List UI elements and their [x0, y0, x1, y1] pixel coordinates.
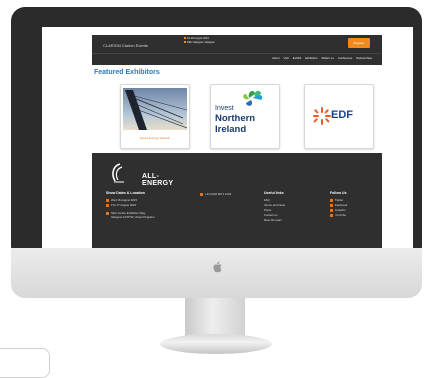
phone-line[interactable]: +44 (0)20 8271 2134 [200, 192, 231, 196]
footer-link-press[interactable]: Press [264, 208, 271, 212]
footer-link-team[interactable]: Meet the team [264, 218, 282, 222]
facebook-icon [330, 203, 333, 207]
footer-link-venue[interactable]: Venue and travel [264, 203, 285, 207]
phone-icon [200, 192, 203, 196]
useful-links-title: Useful links [264, 191, 284, 195]
calendar-icon [184, 37, 186, 40]
nav-item-about[interactable]: About [272, 56, 279, 60]
nav-item-exhibit[interactable]: Exhibit [293, 56, 301, 60]
register-button[interactable]: Register [348, 38, 370, 48]
power-tower-graphic [125, 90, 188, 130]
northern-word: Northern [215, 113, 256, 124]
calendar-icon [106, 203, 109, 207]
location-icon [184, 40, 186, 43]
event-location-text: SEC Glasgow, Glasgow [187, 40, 215, 44]
footer-social-youtube[interactable]: YouTube [330, 213, 346, 217]
nav-item-conference[interactable]: Conference [338, 56, 352, 60]
twitter-icon [330, 198, 333, 202]
event-location-line: SEC Glasgow, Glasgow [184, 41, 215, 45]
show-date-1: Wed 16 August 2023 [111, 198, 137, 202]
card-caption: Zenex Energy Solution [139, 136, 171, 140]
nav-items: About Visit Exhibit Exhibitors What's on… [272, 56, 372, 60]
event-date-text: 16-18 August 2023 [187, 37, 209, 40]
twitter-label: Twitter [335, 198, 344, 202]
apple-logo-icon [212, 261, 221, 273]
follow-us-title: Follow Us [330, 191, 347, 195]
main-nav: About Visit Exhibit Exhibitors What's on… [92, 53, 382, 64]
footer-social-linkedin[interactable]: LinkedIn [330, 208, 346, 212]
clarion-logo-text: CLARION Clarion Events [103, 43, 148, 48]
featured-exhibitors-title: Featured Exhibitors [94, 69, 160, 76]
show-date-2: Thu 17 August 2023 [111, 203, 137, 207]
site-footer: ALL-ENERGY Show Dates & Location Wed 16 … [92, 153, 382, 249]
footer-social-twitter[interactable]: Twitter [330, 198, 343, 202]
monitor-frame: CLARION Clarion Events 16-18 August 2023… [11, 7, 422, 260]
facebook-label: Facebook [335, 203, 348, 207]
all-energy-logo-text: ALL-ENERGY [142, 173, 174, 187]
calendar-icon [106, 198, 109, 202]
invest-ni-pinwheel-icon [243, 90, 263, 106]
site-header: CLARION Clarion Events 16-18 August 2023… [92, 35, 382, 65]
edf-sun-icon [313, 107, 331, 125]
footer-link-contact[interactable]: Contact us [264, 213, 277, 217]
monitor-chin [11, 248, 422, 298]
nav-item-visit[interactable]: Visit [284, 56, 289, 60]
nav-item-whats-on[interactable]: What's on [321, 56, 333, 60]
nav-item-exhibitors[interactable]: Exhibitors [305, 56, 317, 60]
ireland-word: Ireland [215, 124, 247, 135]
venue-line-2: Glasgow G3 8YW, United Kingdom [111, 215, 155, 219]
footer-social-facebook[interactable]: Facebook [330, 203, 347, 207]
all-energy-logo[interactable]: ALL-ENERGY [110, 161, 180, 187]
invest-word: Invest [215, 105, 234, 112]
location-icon [106, 211, 109, 215]
show-dates-title: Show Dates & Location [106, 191, 145, 195]
footer-link-faq[interactable]: FAQ [264, 198, 270, 202]
corner-outline-box [0, 348, 50, 378]
power-tower-image [123, 88, 188, 130]
show-date-line-1: Wed 16 August 2023 [106, 198, 137, 202]
phone-number: +44 (0)20 8271 2134 [205, 192, 232, 196]
youtube-label: YouTube [335, 213, 346, 217]
exhibitor-card-zenex[interactable]: Zenex Energy Solution [120, 84, 190, 149]
show-date-line-2: Thu 17 August 2023 [106, 203, 136, 207]
clarion-logo[interactable]: CLARION Clarion Events [98, 39, 178, 48]
nav-item-partnerships[interactable]: Partnerships [356, 56, 372, 60]
edf-wordmark: EDF [331, 109, 353, 121]
linkedin-icon [330, 208, 333, 212]
youtube-icon [330, 213, 333, 217]
exhibitor-card-invest-ni[interactable]: Invest Northern Ireland [210, 84, 280, 149]
linkedin-label: LinkedIn [335, 208, 346, 212]
monitor-stand-base [160, 334, 272, 354]
exhibitor-card-edf[interactable]: EDF [304, 84, 374, 149]
event-info: 16-18 August 2023 SEC Glasgow, Glasgow [184, 37, 215, 44]
monitor-screen: CLARION Clarion Events 16-18 August 2023… [42, 27, 413, 249]
all-energy-mark-icon [112, 163, 124, 183]
